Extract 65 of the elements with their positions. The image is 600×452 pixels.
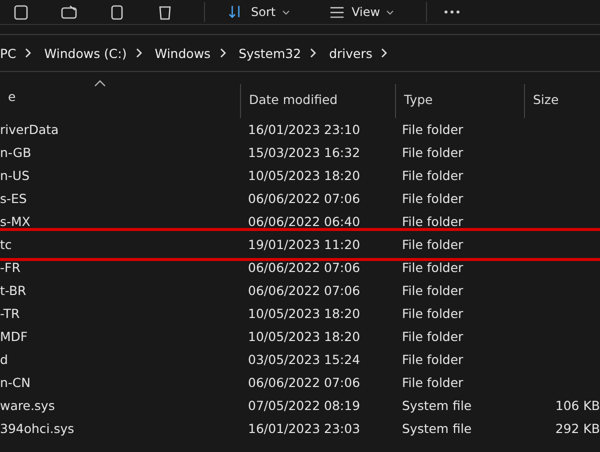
date-cell-text: 10/05/2023 18:20 xyxy=(248,329,362,344)
column-header[interactable]: Date modified xyxy=(249,92,338,106)
date-cell-text: 06/06/2022 07:06 xyxy=(248,283,362,298)
type-cell-text: File folder xyxy=(402,168,464,183)
file-name[interactable]: n-GB xyxy=(0,145,248,160)
date-cell-text: 06/06/2022 07:06 xyxy=(248,191,362,206)
file-name[interactable]: -TR xyxy=(0,306,248,321)
date-cell-text: 19/01/2023 11:20 xyxy=(248,237,362,252)
list-icon xyxy=(328,4,346,20)
file-name[interactable]: tc xyxy=(0,237,248,252)
view-menu-button[interactable]: View xyxy=(322,4,400,20)
file-name[interactable]: ware.sys xyxy=(0,398,248,413)
breadcrumb-item[interactable]: System32 xyxy=(238,46,302,60)
caret-icon xyxy=(386,10,394,14)
chevron-icon[interactable] xyxy=(309,48,318,58)
date-cell-text: 15/03/2023 16:32 xyxy=(248,145,362,160)
file-name[interactable]: s-MX xyxy=(0,214,248,229)
sort-caret-icon xyxy=(94,80,106,87)
date-cell-text: 06/06/2022 06:40 xyxy=(248,214,362,229)
breadcrumb-item[interactable]: PC xyxy=(0,46,16,60)
file-name[interactable]: 394ohci.sys xyxy=(0,421,248,436)
chevron-icon[interactable] xyxy=(134,48,143,58)
column-header[interactable]: e xyxy=(8,88,16,104)
date-cell-text: 16/01/2023 23:10 xyxy=(248,122,362,137)
column-header[interactable]: Size xyxy=(533,92,559,106)
date-cell-text: 07/05/2022 08:19 xyxy=(248,398,362,413)
type-cell-text: System file xyxy=(402,421,473,436)
type-cell-text: File folder xyxy=(402,237,464,252)
chevron-icon[interactable] xyxy=(380,48,388,58)
type-cell-text: File folder xyxy=(402,214,464,229)
type-cell-text: File folder xyxy=(402,375,464,390)
file-name[interactable]: n-US xyxy=(0,168,248,183)
type-cell-text: File folder xyxy=(402,352,464,367)
date-cell-text: 03/05/2023 15:24 xyxy=(248,352,362,367)
breadcrumb-item[interactable]: Windows (C:) xyxy=(44,46,127,60)
date-cell-text: 10/05/2023 18:20 xyxy=(248,168,362,183)
file-name[interactable]: -FR xyxy=(0,260,248,275)
type-cell-text: File folder xyxy=(402,329,464,344)
size-cell: 106 KB xyxy=(555,398,600,413)
type-cell-text: File folder xyxy=(402,283,464,298)
chevron-icon[interactable] xyxy=(218,48,227,58)
date-cell-text: 06/06/2022 07:06 xyxy=(248,375,362,390)
type-cell-text: File folder xyxy=(402,122,464,137)
breadcrumb-item[interactable]: drivers xyxy=(329,46,372,60)
type-cell-text: File folder xyxy=(402,191,464,206)
file-name[interactable]: s-ES xyxy=(0,191,248,206)
type-cell-text: System file xyxy=(402,398,473,413)
file-name[interactable]: n-CN xyxy=(0,375,248,390)
file-name[interactable]: d xyxy=(0,352,248,367)
breadcrumb-item[interactable]: Windows xyxy=(154,46,211,60)
sort-menu-button[interactable]: Sort xyxy=(221,4,296,20)
date-cell-text: 06/06/2022 07:06 xyxy=(248,260,362,275)
type-cell-text: File folder xyxy=(402,145,464,160)
date-cell-text: 10/05/2023 18:20 xyxy=(248,306,362,321)
file-name[interactable]: t-BR xyxy=(0,283,248,298)
column-header[interactable]: Type xyxy=(404,92,433,106)
more-icon[interactable] xyxy=(443,9,462,15)
file-name[interactable]: MDF xyxy=(0,329,248,344)
type-cell-text: File folder xyxy=(402,260,464,275)
caret-icon xyxy=(282,10,290,14)
file-name[interactable]: riverData xyxy=(0,122,248,137)
type-cell-text: File folder xyxy=(402,306,464,321)
size-cell: 292 KB xyxy=(555,421,600,436)
chevron-icon[interactable] xyxy=(24,48,32,58)
date-cell-text: 16/01/2023 23:03 xyxy=(248,421,362,436)
